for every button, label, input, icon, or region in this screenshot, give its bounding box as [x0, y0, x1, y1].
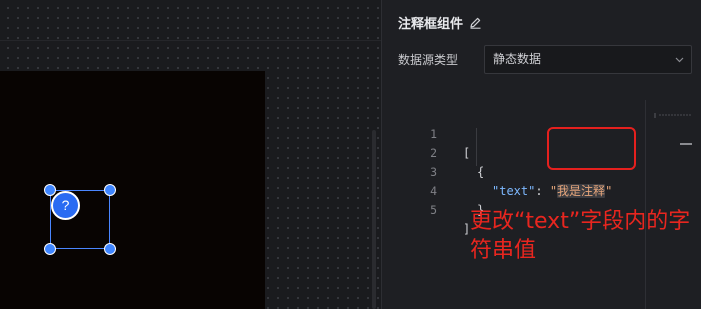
callout-highlight-box	[547, 127, 636, 170]
resize-handle-top-left[interactable]	[44, 184, 56, 196]
code-line: 3 "text": "我是注释"	[397, 144, 612, 198]
json-colon: :	[535, 184, 550, 198]
code-line: 5 ]	[397, 182, 470, 236]
code-line: 2 {	[397, 125, 484, 179]
annotation-marker-symbol: ?	[61, 197, 70, 213]
line-number: 5	[430, 203, 437, 217]
help-icon[interactable]: ?	[51, 191, 80, 220]
json-key: "text"	[492, 184, 536, 198]
panel-title: 注释框组件	[398, 13, 482, 32]
screen-preview[interactable]	[0, 71, 265, 309]
canvas-divider	[0, 40, 381, 41]
code-text: "text": "我是注释"	[492, 182, 612, 201]
chevron-down-icon	[675, 55, 684, 63]
indent-guide	[476, 128, 477, 166]
canvas-scrollbar[interactable]	[372, 130, 376, 309]
code-line: 1 [	[397, 106, 470, 160]
resize-handle-bottom-right[interactable]	[104, 243, 116, 255]
datasource-type-label: 数据源类型	[398, 53, 459, 67]
json-quote-close: "	[605, 184, 613, 198]
editor-scrollbar[interactable]	[680, 143, 692, 145]
edit-icon[interactable]	[469, 16, 482, 29]
json-quote-open: "	[549, 184, 558, 198]
code-line: 4 }	[397, 163, 484, 217]
datasource-type-value: 静态数据	[493, 52, 542, 66]
minimap-preview[interactable]	[653, 104, 693, 118]
callout-instruction: 更改“text”字段内的字符串值	[470, 209, 691, 263]
editor-minimap-border	[645, 100, 646, 309]
json-string-value[interactable]: 我是注释	[557, 184, 606, 198]
datasource-type-select[interactable]: 静态数据	[484, 45, 692, 74]
design-canvas[interactable]: ?	[0, 0, 381, 309]
code-text: [	[463, 146, 471, 160]
resize-handle-bottom-left[interactable]	[44, 243, 56, 255]
resize-handle-top-right[interactable]	[104, 184, 116, 196]
panel-title-text: 注释框组件	[398, 17, 464, 32]
code-text: {	[477, 165, 485, 179]
